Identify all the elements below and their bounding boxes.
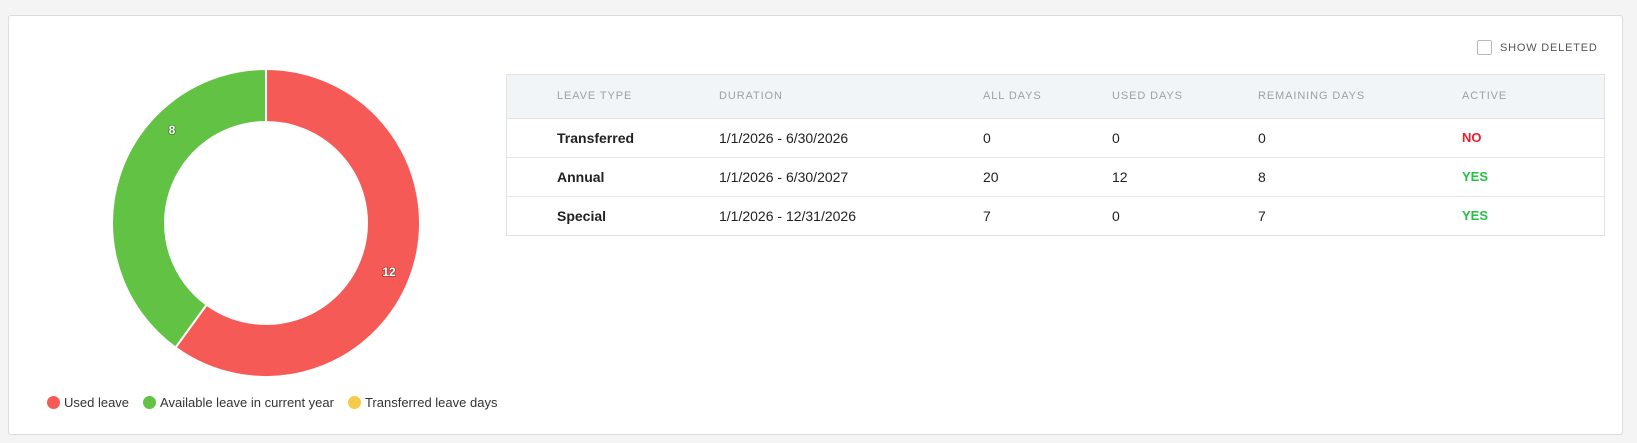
- legend-item-used-leave[interactable]: Used leave: [47, 395, 129, 410]
- leave-doughnut-chart: 12 8: [93, 50, 439, 396]
- cell-duration: 1/1/2026 - 6/30/2027: [719, 156, 983, 196]
- row-spacer: [507, 156, 557, 196]
- legend-label-available-leave: Available leave in current year: [160, 395, 334, 410]
- show-deleted-label: SHOW DELETED: [1500, 41, 1598, 54]
- leave-summary-card: 12 8 Used leave Available leave in curren…: [8, 15, 1623, 435]
- cell-active-status: YES: [1462, 156, 1604, 196]
- cell-all-days: 7: [983, 195, 1112, 235]
- cell-active-status: NO: [1462, 130, 1482, 145]
- slice-available-leave-in-current-year[interactable]: [111, 67, 267, 349]
- slice-value-label: 12: [382, 265, 396, 279]
- legend-label-transferred-leave: Transferred leave days: [364, 395, 498, 410]
- cell-remaining-days: 0: [1258, 129, 1266, 146]
- legend-label-used-leave: Used leave: [64, 395, 130, 410]
- row-spacer: [507, 118, 557, 157]
- show-deleted-toggle[interactable]: SHOW DELETED: [1477, 40, 1598, 55]
- header-remaining-days[interactable]: REMAINING DAYS: [1258, 75, 1462, 119]
- slice-value-label: 8: [169, 123, 176, 137]
- leave-table-container: LEAVE TYPE DURATION ALL DAYS USED DAYS R…: [506, 74, 1605, 236]
- legend-dot-transferred-leave: [347, 396, 361, 409]
- header-active[interactable]: ACTIVE: [1462, 75, 1604, 119]
- cell-all-days: 20: [983, 156, 1112, 196]
- chart-legend: Used leave Available leave in current ye…: [47, 395, 497, 410]
- header-leave-type[interactable]: LEAVE TYPE: [557, 75, 719, 119]
- cell-leave-type: Special: [557, 195, 719, 235]
- row-spacer: [507, 195, 557, 235]
- cell-used-days: 12: [1112, 156, 1258, 196]
- header-used-days[interactable]: USED DAYS: [1112, 75, 1258, 119]
- cell-active-status: YES: [1462, 195, 1604, 235]
- legend-item-transferred-leave[interactable]: Transferred leave days: [347, 395, 498, 410]
- header-duration[interactable]: DURATION: [719, 75, 983, 119]
- cell-duration: 1/1/2026 - 6/30/2026: [719, 129, 849, 146]
- cell-used-days: 0: [1112, 129, 1120, 146]
- legend-item-available-leave[interactable]: Available leave in current year: [143, 395, 334, 410]
- cell-remaining-days: 7: [1258, 195, 1462, 235]
- cell-leave-type: Annual: [557, 156, 719, 196]
- table-row[interactable]: Transferred 1/1/2026 - 6/30/2026 0 0 0 N…: [507, 118, 1604, 157]
- table-header-row: LEAVE TYPE DURATION ALL DAYS USED DAYS R…: [507, 75, 1604, 119]
- table-row[interactable]: Annual 1/1/2026 - 6/30/2027 20 12 8 YES: [507, 156, 1604, 196]
- show-deleted-checkbox[interactable]: [1477, 40, 1492, 55]
- legend-dot-available-leave: [143, 396, 157, 409]
- cell-remaining-days: 8: [1258, 156, 1462, 196]
- cell-used-days: 0: [1112, 195, 1258, 235]
- cell-all-days: 0: [983, 129, 991, 146]
- cell-leave-type: Transferred: [557, 129, 635, 146]
- header-spacer: [507, 75, 557, 119]
- doughnut-svg: 12 8: [111, 67, 421, 378]
- legend-dot-used-leave: [47, 396, 60, 409]
- header-all-days[interactable]: ALL DAYS: [983, 75, 1112, 119]
- table-row[interactable]: Special 1/1/2026 - 12/31/2026 7 0 7 YES: [507, 195, 1604, 235]
- cell-duration: 1/1/2026 - 12/31/2026: [719, 195, 983, 235]
- leave-table: LEAVE TYPE DURATION ALL DAYS USED DAYS R…: [507, 75, 1604, 235]
